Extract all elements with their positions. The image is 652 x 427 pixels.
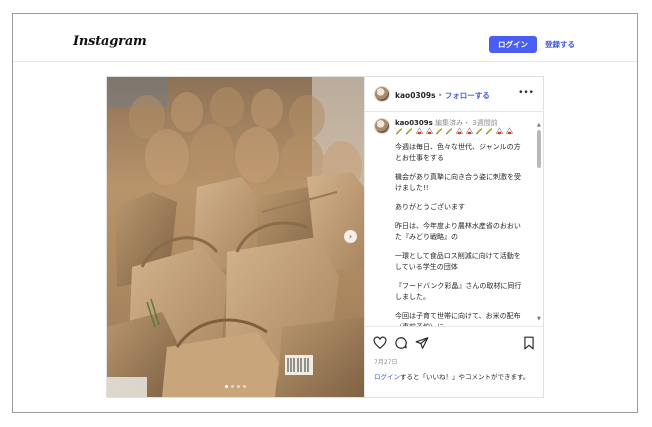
caption-scroll-area[interactable]: kao0309s 編集済み・ 3週間前 今週は毎日、色々な世代、ジャンルの方とお… — [365, 112, 544, 326]
scroll-thumb[interactable] — [537, 130, 541, 168]
rice-plant-icon — [445, 128, 453, 135]
caption-paragraph: 『フードバンク彩晶』さんの取材に同行しました。 — [395, 282, 522, 301]
post-photo[interactable]: › — [107, 77, 364, 397]
author-username[interactable]: kao0309s — [395, 91, 436, 100]
heart-icon[interactable] — [373, 336, 387, 350]
browser-viewport: Instagram ログイン 登録する › kao0309s • フォローする … — [12, 13, 638, 413]
post-header: kao0309s • フォローする ••• — [365, 77, 544, 112]
onigiri-icon — [505, 127, 514, 135]
next-slide-button[interactable]: › — [344, 230, 357, 243]
rice-plant-icon — [485, 128, 493, 135]
scroll-up-icon[interactable]: ▲ — [537, 122, 541, 128]
rice-plant-icon — [395, 128, 403, 135]
login-prompt-text: すると「いいね！」やコメントができます。 — [400, 373, 530, 381]
slide-dot — [237, 385, 240, 388]
slide-indicator — [225, 385, 246, 388]
post-date: 7月27日 — [374, 359, 398, 366]
caption-paragraph: 機会があり真摯に向き合う姿に刺激を受けました!! — [395, 173, 521, 192]
follow-button[interactable]: フォローする — [445, 91, 490, 100]
top-bar: Instagram ログイン 登録する — [13, 14, 637, 62]
onigiri-icon — [495, 127, 504, 135]
login-prompt: ログインすると「いいね！」やコメントができます。 — [374, 372, 539, 382]
rice-plant-icon — [435, 128, 443, 135]
slide-dot — [231, 385, 234, 388]
caption-paragraph: 昨日は、今年度より農林水産省のおおいた『みどり戦略』の — [395, 222, 521, 241]
post-side-panel: kao0309s • フォローする ••• kao0309s 編集済み・ 3週間… — [364, 77, 544, 397]
onigiri-icon — [455, 127, 464, 135]
comment-icon[interactable] — [394, 336, 408, 350]
author-avatar[interactable] — [374, 86, 390, 102]
rice-bags-image — [107, 77, 364, 397]
caption-text: 今週は毎日、色々な世代、ジャンルの方とお仕事をする 機会があり真摯に向き合う姿に… — [395, 142, 527, 326]
caption-paragraph: ありがとうございます — [395, 203, 465, 211]
login-prompt-link[interactable]: ログイン — [374, 373, 400, 381]
onigiri-icon — [465, 127, 474, 135]
scroll-down-icon[interactable]: ▼ — [537, 316, 541, 322]
slide-dot — [243, 385, 246, 388]
author-line: kao0309s • フォローする — [395, 90, 490, 101]
caption-username[interactable]: kao0309s — [395, 119, 433, 127]
bookmark-icon[interactable] — [522, 336, 536, 350]
caption-emoji-row — [395, 127, 514, 135]
caption-paragraph: 今回は子育て世帯に向けて、お米の配布（事前予約）に — [395, 312, 521, 326]
caption-paragraph: 今週は毎日、色々な世代、ジャンルの方とお仕事をする — [395, 143, 521, 162]
caption-paragraph: 一環として食品ロス削減に向けて活動をしている学生の団体 — [395, 252, 521, 271]
more-options-icon[interactable]: ••• — [518, 88, 534, 98]
share-icon[interactable] — [415, 336, 429, 350]
rice-plant-icon — [475, 128, 483, 135]
onigiri-icon — [425, 127, 434, 135]
caption-edited-time: 編集済み・ 3週間前 — [432, 119, 498, 127]
instagram-logo[interactable]: Instagram — [73, 34, 147, 49]
post-actions: 7月27日 ログインすると「いいね！」やコメントができます。 — [365, 326, 544, 396]
login-button[interactable]: ログイン — [489, 36, 537, 53]
post-card: › kao0309s • フォローする ••• kao0309s 編集済み・ 3… — [106, 76, 544, 398]
caption-scrollbar[interactable]: ▲ ▼ — [537, 122, 541, 324]
slide-dot-active — [225, 385, 228, 388]
signup-link[interactable]: 登録する — [545, 39, 575, 50]
rice-plant-icon — [405, 128, 413, 135]
onigiri-icon — [415, 127, 424, 135]
separator-dot: • — [435, 91, 445, 100]
caption-avatar[interactable] — [374, 118, 390, 134]
